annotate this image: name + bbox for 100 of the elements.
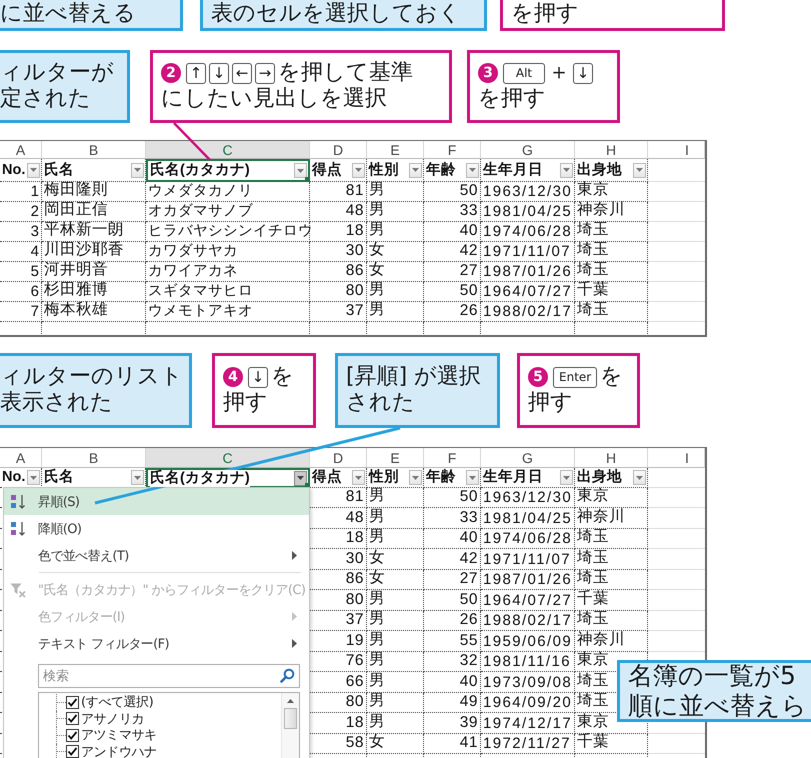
tree-connector	[56, 744, 66, 758]
checklist-item[interactable]: アンドウハナ	[39, 744, 281, 758]
menu-item[interactable]: 昇順(S)	[4, 488, 309, 515]
filter-button[interactable]	[352, 162, 365, 178]
menu-item[interactable]: 降順(O)	[4, 515, 309, 542]
table-cell: 千葉	[575, 590, 648, 611]
header-cell[interactable]: 年齢	[424, 468, 481, 488]
column-letter[interactable]: C	[146, 141, 310, 159]
table-cell: 50	[424, 182, 481, 202]
filter-button[interactable]	[466, 162, 479, 178]
header-cell[interactable]: 氏名(カタカナ)	[146, 159, 310, 182]
header-cell[interactable]: 年齢	[424, 159, 481, 182]
filter-button[interactable]	[560, 470, 573, 485]
table-cell: 梅本秋雄	[42, 302, 146, 322]
key-cap: ↓	[573, 62, 593, 84]
checkbox[interactable]	[66, 696, 79, 709]
header-cell[interactable]: 得点	[310, 468, 367, 488]
column-letter[interactable]: H	[575, 448, 648, 468]
header-cell[interactable]: 得点	[310, 159, 367, 182]
table-cell: 1	[0, 182, 42, 202]
table-cell: 40	[424, 672, 481, 693]
table-cell: 男	[367, 693, 424, 713]
table-cell: 50	[424, 282, 481, 302]
header-label: 氏名(カタカナ)	[150, 470, 250, 486]
filter-button[interactable]	[633, 470, 646, 485]
table-cell: 埼玉	[575, 611, 648, 631]
column-letter[interactable]: H	[575, 141, 648, 159]
filter-button[interactable]	[409, 162, 422, 178]
table-cell: 1963/12/30	[481, 488, 575, 508]
table-cell: 千葉	[575, 282, 648, 302]
table-cell: 男	[367, 652, 424, 672]
checklist-item[interactable]: アサノリカ	[39, 710, 281, 727]
filter-button[interactable]	[27, 470, 40, 485]
filter-button[interactable]	[294, 470, 307, 486]
checklist-item[interactable]: アツミマサキ	[39, 727, 281, 744]
table-cell: ヒラバヤシシンイチロウ	[146, 222, 310, 242]
table-cell: 神奈川	[575, 631, 648, 652]
filter-button[interactable]	[560, 162, 573, 178]
search-field[interactable]: 検索	[38, 664, 300, 688]
scrollbar[interactable]	[281, 693, 299, 758]
column-letter[interactable]: G	[481, 141, 575, 159]
callout-text: 表のセルを選択しておく	[211, 1, 462, 27]
filter-button[interactable]	[27, 162, 40, 178]
column-letter[interactable]: E	[367, 448, 424, 468]
callout-text: を	[271, 364, 294, 390]
filter-button[interactable]	[131, 162, 144, 178]
menu-item[interactable]: 色で並べ替え(T)	[4, 542, 309, 569]
filter-button[interactable]	[633, 162, 646, 178]
column-letter[interactable]: C	[146, 448, 310, 468]
header-cell[interactable]: 性別	[367, 159, 424, 182]
header-cell[interactable]: 氏名	[42, 159, 146, 182]
column-letter[interactable]: B	[42, 141, 146, 159]
table-cell: 1981/04/25	[481, 202, 575, 222]
column-letter[interactable]: F	[424, 448, 481, 468]
filter-button[interactable]	[352, 470, 365, 485]
table-cell: 男	[367, 611, 424, 631]
checklist-item[interactable]: (すべて選択)	[39, 694, 281, 710]
column-letter[interactable]: D	[310, 448, 367, 468]
column-letter[interactable]: F	[424, 141, 481, 159]
caret-down-icon	[30, 168, 37, 172]
checkbox[interactable]	[66, 728, 79, 742]
table-cell: 東京	[575, 488, 648, 508]
caret-down-icon	[412, 476, 419, 480]
header-cell[interactable]: 性別	[367, 468, 424, 488]
header-cell[interactable]: 出身地	[575, 159, 648, 182]
header-label: 得点	[312, 162, 342, 178]
scrollbar-thumb[interactable]	[284, 708, 297, 729]
caret-down-icon	[636, 168, 643, 172]
table-cell: 男	[367, 529, 424, 549]
column-letter[interactable]: G	[481, 448, 575, 468]
table-cell: 80	[310, 282, 367, 302]
checkbox[interactable]	[66, 745, 79, 758]
callout-text: ＋	[548, 60, 570, 86]
header-cell[interactable]: 生年月日	[481, 159, 575, 182]
callout-text: にしたい見出しを選択	[161, 86, 387, 112]
filter-button[interactable]	[294, 163, 307, 178]
header-cell[interactable]: 出身地	[575, 468, 648, 488]
table-cell: 6	[0, 282, 42, 302]
column-letter[interactable]: E	[367, 141, 424, 159]
menu-item[interactable]: テキスト フィルター(F)	[4, 630, 309, 657]
column-letter[interactable]: I	[648, 141, 705, 159]
header-label: 得点	[312, 469, 342, 486]
table-cell: 1959/06/09	[481, 631, 575, 652]
table-cell: 男	[367, 713, 424, 734]
filter-button[interactable]	[466, 470, 479, 485]
filter-button[interactable]	[131, 470, 144, 485]
column-letter[interactable]: A	[0, 141, 42, 159]
checkbox[interactable]	[66, 712, 79, 726]
header-cell[interactable]: No.	[0, 159, 42, 182]
table-cell: 30	[310, 242, 367, 262]
caret-down-icon	[563, 476, 570, 480]
header-cell[interactable]: 生年月日	[481, 468, 575, 488]
column-letter[interactable]: B	[42, 448, 146, 468]
scroll-up-icon[interactable]	[287, 699, 294, 703]
table-cell: 5	[0, 262, 42, 282]
column-letter[interactable]: D	[310, 141, 367, 159]
table-cell: 37	[310, 302, 367, 322]
column-letter[interactable]: I	[648, 448, 705, 468]
column-letter[interactable]: A	[0, 448, 42, 468]
filter-button[interactable]	[409, 470, 422, 485]
